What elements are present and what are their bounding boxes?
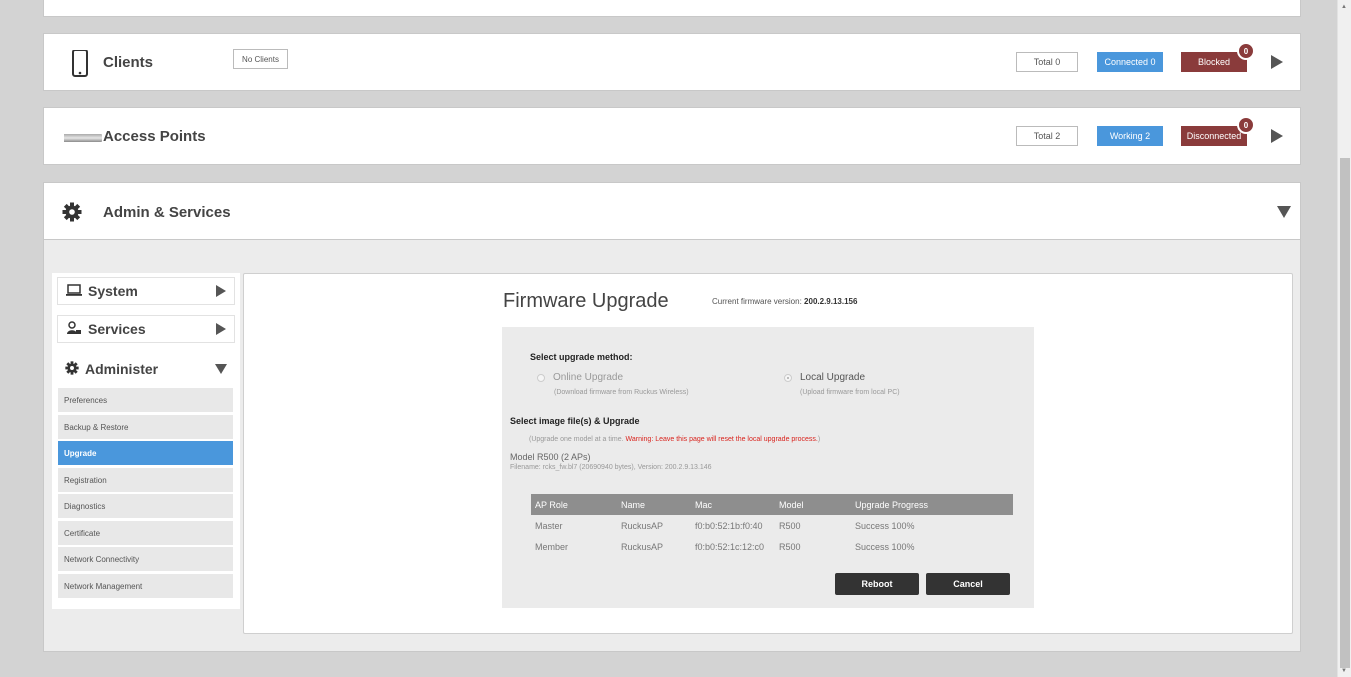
sidebar-section-label: Services: [88, 321, 146, 337]
current-version-value: 200.2.9.13.156: [804, 297, 858, 306]
col-mac: Mac: [691, 494, 775, 515]
scroll-up-icon[interactable]: ▲: [1341, 4, 1347, 10]
cell-progress: Success 100%: [855, 520, 915, 531]
reboot-button[interactable]: Reboot: [835, 573, 919, 595]
admin-sidebar: System Services Administer Preferences B…: [52, 273, 240, 609]
sidebar-item-registration[interactable]: Registration: [58, 468, 233, 492]
sidebar-section-services[interactable]: Services: [57, 315, 235, 343]
model-filename: Filename: rcks_fw.bl7 (20690940 bytes), …: [510, 464, 712, 471]
sidebar-item-network-connectivity[interactable]: Network Connectivity: [58, 547, 233, 571]
clients-row[interactable]: Clients No Clients Total 0 Connected 0 B…: [43, 33, 1301, 91]
ap-working-chip[interactable]: Working 2: [1097, 126, 1163, 146]
sidebar-item-certificate[interactable]: Certificate: [58, 521, 233, 545]
top-panel-partial: [43, 0, 1301, 17]
col-upgrade-progress: Upgrade Progress: [851, 494, 1013, 515]
online-upgrade-label: Online Upgrade: [553, 372, 624, 383]
services-icon: [66, 320, 82, 338]
cell-progress: Success 100%: [855, 541, 915, 552]
cell-name: RuckusAP: [621, 541, 664, 552]
expand-access-points-icon[interactable]: [1271, 129, 1283, 143]
chevron-right-icon: [216, 323, 226, 335]
disconnected-count-badge: 0: [1237, 116, 1255, 134]
cancel-button[interactable]: Cancel: [926, 573, 1010, 595]
col-name: Name: [617, 494, 691, 515]
sidebar-section-label: System: [88, 283, 138, 299]
note-suffix: ): [817, 436, 821, 443]
scrollbar-thumb[interactable]: [1340, 158, 1350, 668]
sidebar-section-administer[interactable]: Administer: [57, 355, 235, 383]
sidebar-section-system[interactable]: System: [57, 277, 235, 305]
gear-icon: [65, 360, 79, 378]
note-prefix: (Upgrade one model at a time.: [529, 436, 624, 443]
table-row: Master RuckusAP f0:b0:52:1b:f0:40 R500 S…: [531, 515, 1013, 536]
select-image-heading: Select image file(s) & Upgrade: [510, 416, 640, 426]
local-upgrade-radio[interactable]: [784, 374, 792, 382]
access-points-row[interactable]: Access Points Total 2 Working 2 Disconne…: [43, 107, 1301, 165]
cell-ap-role: Member: [535, 541, 569, 552]
local-upgrade-label: Local Upgrade: [800, 372, 866, 383]
clients-total-chip[interactable]: Total 0: [1016, 52, 1078, 72]
page-title: Firmware Upgrade: [503, 290, 669, 312]
col-model: Model: [775, 494, 851, 515]
current-version-label: Current firmware version:: [712, 297, 802, 306]
admin-services-title: Admin & Services: [103, 204, 231, 221]
sidebar-item-diagnostics[interactable]: Diagnostics: [58, 494, 233, 518]
sidebar-item-backup-restore[interactable]: Backup & Restore: [58, 415, 233, 439]
model-title: Model R500 (2 APs): [510, 452, 591, 462]
local-upgrade-sub: (Upload firmware from local PC): [800, 389, 900, 396]
table-row: Member RuckusAP f0:b0:52:1c:12:c0 R500 S…: [531, 536, 1013, 557]
mobile-phone-icon: [64, 49, 94, 77]
scroll-down-icon[interactable]: ▼: [1341, 668, 1347, 674]
ap-upgrade-table: AP Role Name Mac Model Upgrade Progress …: [531, 494, 1013, 557]
expand-clients-icon[interactable]: [1271, 55, 1283, 69]
collapse-admin-icon[interactable]: [1277, 206, 1291, 218]
access-point-device-icon: [54, 124, 102, 150]
cell-name: RuckusAP: [621, 520, 664, 531]
laptop-icon: [66, 283, 82, 299]
sidebar-item-upgrade[interactable]: Upgrade: [58, 441, 233, 465]
ap-total-chip[interactable]: Total 2: [1016, 126, 1078, 146]
blocked-count-badge: 0: [1237, 42, 1255, 60]
clients-connected-chip[interactable]: Connected 0: [1097, 52, 1163, 72]
chevron-right-icon: [216, 285, 226, 297]
gear-icon: [62, 202, 82, 227]
note-warning: Warning: Leave this page will reset the …: [625, 436, 818, 443]
table-header-row: AP Role Name Mac Model Upgrade Progress: [531, 494, 1013, 515]
admin-services-header[interactable]: Admin & Services: [43, 182, 1301, 240]
current-firmware-version: Current firmware version: 200.2.9.13.156: [712, 297, 857, 306]
cell-model: R500: [779, 520, 801, 531]
sidebar-item-network-management[interactable]: Network Management: [58, 574, 233, 598]
clients-title: Clients: [103, 54, 154, 71]
access-points-title: Access Points: [103, 128, 206, 145]
cell-mac: f0:b0:52:1b:f0:40: [695, 520, 763, 531]
select-method-heading: Select upgrade method:: [530, 352, 633, 362]
upgrade-note: (Upgrade one model at a time. Warning: L…: [529, 436, 820, 443]
chevron-down-icon: [215, 364, 227, 374]
no-clients-label: No Clients: [233, 49, 288, 69]
page-scrollbar[interactable]: ▲ ▼: [1337, 0, 1351, 677]
sidebar-item-preferences[interactable]: Preferences: [58, 388, 233, 412]
cell-ap-role: Master: [535, 520, 563, 531]
col-ap-role: AP Role: [531, 494, 617, 515]
online-upgrade-radio[interactable]: [537, 374, 545, 382]
online-upgrade-sub: (Download firmware from Ruckus Wireless): [554, 389, 689, 396]
cell-mac: f0:b0:52:1c:12:c0: [695, 541, 765, 552]
sidebar-section-label: Administer: [85, 361, 159, 377]
cell-model: R500: [779, 541, 801, 552]
